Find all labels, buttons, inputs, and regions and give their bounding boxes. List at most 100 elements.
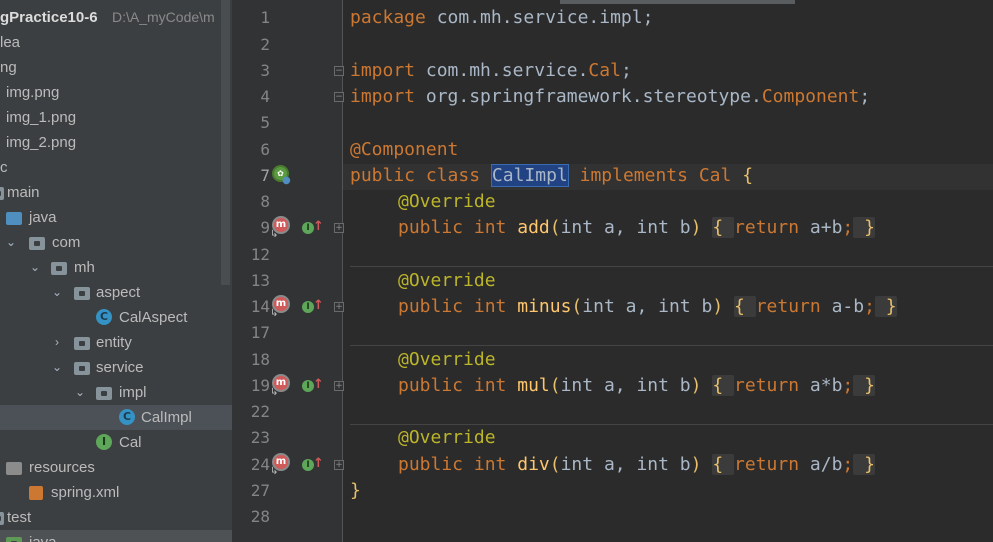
tree-label: resources: [29, 459, 95, 476]
code-line-override[interactable]: @Override: [398, 425, 496, 451]
tree-item-idea[interactable]: lea: [0, 30, 232, 55]
tree-item-test-java[interactable]: java: [0, 530, 232, 542]
chevron-down-icon[interactable]: ⌄: [5, 230, 17, 255]
fold-toggle-icon[interactable]: +: [334, 223, 344, 233]
tree-label: c: [0, 159, 8, 176]
tree-item-aspect[interactable]: ⌄ aspect: [0, 280, 232, 305]
paren: ): [712, 296, 724, 317]
tree-item-java[interactable]: java: [0, 205, 232, 230]
tree-item-calaspect[interactable]: C CalAspect: [0, 305, 232, 330]
folder-icon: [0, 512, 4, 525]
tree-item-service[interactable]: ⌄ service: [0, 355, 232, 380]
chevron-down-icon[interactable]: ⌄: [29, 255, 41, 280]
line-number: 5: [260, 113, 270, 132]
fold-toggle-icon[interactable]: −: [334, 66, 344, 76]
navigate-arrow-icon: ↳: [270, 466, 279, 477]
line-number: 2: [260, 35, 270, 54]
tree-item-spring-xml[interactable]: spring.xml: [0, 480, 232, 505]
code-line-class-close[interactable]: }: [350, 478, 361, 504]
chevron-down-icon[interactable]: ⌄: [51, 355, 63, 380]
brace: }: [864, 454, 875, 475]
tree-label: img_1.png: [6, 109, 77, 126]
annotation: @Component: [350, 139, 459, 160]
method-name: mul: [517, 375, 550, 396]
code-line-package[interactable]: package com.mh.service.impl;: [350, 5, 653, 31]
method-name: add: [517, 217, 550, 238]
tree-scrollbar[interactable]: [221, 0, 230, 285]
tree-item-img2-png[interactable]: img_2.png: [0, 130, 232, 155]
tree-item-img1-png[interactable]: img_1.png: [0, 105, 232, 130]
code-text: org.springframework.stereotype.: [415, 86, 762, 107]
code-text: com.mh.service.impl;: [425, 7, 654, 28]
brace: }: [350, 480, 361, 501]
tree-item-mh[interactable]: ⌄ mh: [0, 255, 232, 280]
params: int a, int b: [560, 217, 691, 238]
code-line-annotation[interactable]: @Component: [350, 137, 458, 163]
tree-label: test: [7, 509, 32, 526]
folder-icon: [0, 187, 4, 200]
tree-item-impl[interactable]: ⌄ impl: [0, 380, 232, 405]
tree-item-cal[interactable]: I Cal: [0, 430, 232, 455]
tree-item-img-png[interactable]: img.png: [0, 80, 232, 105]
code-text: ;: [842, 217, 854, 238]
code-line-override[interactable]: @Override: [398, 268, 496, 294]
code-line-class-decl[interactable]: public class CalImpl implements Cal {: [350, 163, 753, 189]
params: int a, int b: [560, 454, 691, 475]
code-line-method-div[interactable]: public int div(int a, int b) { return a/…: [398, 452, 875, 478]
keyword: public: [398, 454, 464, 475]
code-line-override[interactable]: @Override: [398, 347, 496, 373]
code-line-import-component[interactable]: import org.springframework.stereotype.Co…: [350, 84, 870, 110]
editor-horizontal-scrollbar[interactable]: [560, 0, 795, 4]
fold-toggle-icon[interactable]: −: [334, 92, 344, 102]
keyword: int: [473, 454, 507, 475]
chevron-right-icon[interactable]: ›: [51, 330, 63, 355]
annotation: @Override: [398, 427, 496, 448]
fold-toggle-icon[interactable]: +: [334, 381, 344, 391]
tree-label: img_2.png: [6, 134, 77, 151]
expression: a+b: [809, 217, 843, 238]
code-line-method-minus[interactable]: public int minus(int a, int b) { return …: [398, 294, 897, 320]
paren: (: [549, 454, 561, 475]
brace: }: [885, 296, 897, 317]
keyword: return: [734, 454, 800, 475]
tree-label: java: [29, 209, 57, 226]
fold-toggle-icon[interactable]: +: [334, 460, 344, 470]
tree-item-src[interactable]: c: [0, 155, 232, 180]
package-icon: [51, 262, 67, 275]
expression: a-b: [831, 296, 865, 317]
keyword: return: [734, 375, 800, 396]
keyword: import: [350, 60, 416, 81]
package-icon: [74, 362, 90, 375]
code-line-import-cal[interactable]: import com.mh.service.Cal;: [350, 58, 632, 84]
tree-item-entity[interactable]: › entity: [0, 330, 232, 355]
tree-item-calimpl[interactable]: C CalImpl: [0, 405, 232, 430]
package-icon: [74, 287, 90, 300]
code-line-method-mul[interactable]: public int mul(int a, int b) { return a*…: [398, 373, 875, 399]
keyword: package: [350, 7, 426, 28]
navigate-arrow-icon: ↳: [270, 229, 279, 240]
line-number: 27: [250, 481, 270, 500]
code-line-method-add[interactable]: public int add(int a, int b) { return a+…: [398, 215, 875, 241]
keyword: public: [398, 375, 464, 396]
tree-item-com[interactable]: ⌄ com: [0, 230, 232, 255]
class-icon: C: [96, 309, 112, 325]
fold-toggle-icon[interactable]: +: [334, 302, 344, 312]
keyword: int: [473, 296, 507, 317]
tree-item-test[interactable]: test: [0, 505, 232, 530]
line-number: 22: [250, 402, 270, 421]
method-name: div: [517, 454, 550, 475]
tree-item-resources[interactable]: resources: [0, 455, 232, 480]
project-name: gPractice10-6: [0, 9, 98, 26]
paren: (: [549, 375, 561, 396]
code-line-override[interactable]: @Override: [398, 189, 496, 215]
chevron-down-icon[interactable]: ⌄: [74, 380, 86, 405]
tree-label: main: [7, 184, 40, 201]
tree-item-main[interactable]: main: [0, 180, 232, 205]
line-number: 17: [250, 323, 270, 342]
line-number: 3: [260, 61, 270, 80]
chevron-down-icon[interactable]: ⌄: [51, 280, 63, 305]
tree-item-img-folder[interactable]: ng: [0, 55, 232, 80]
tree-root-project[interactable]: gPractice10-6 D:\A_myCode\m: [0, 5, 232, 30]
navigate-arrow-icon: ↳: [270, 308, 279, 319]
annotation: @Override: [398, 191, 496, 212]
